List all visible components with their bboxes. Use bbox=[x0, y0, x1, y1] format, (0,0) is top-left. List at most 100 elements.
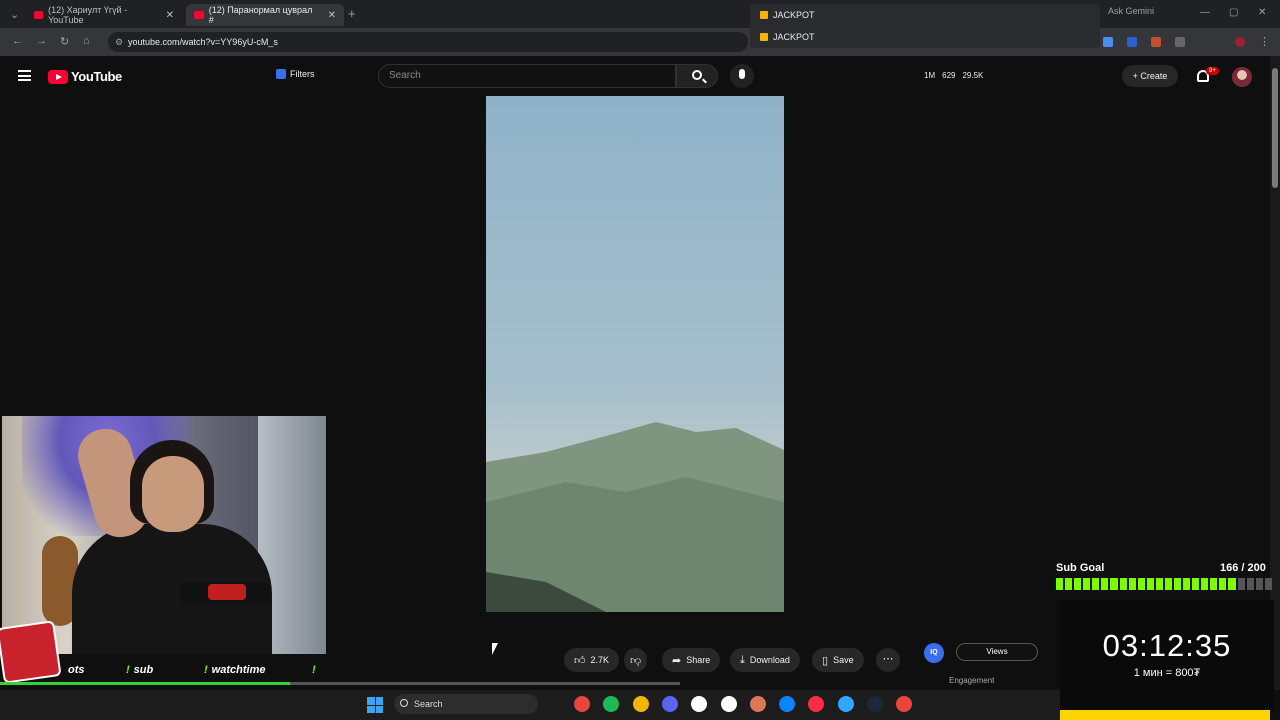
views-tab[interactable]: Views bbox=[956, 643, 1038, 661]
chat-commands-bar: ots ! sub ! watchtime ! bbox=[68, 664, 316, 676]
edge-icon[interactable] bbox=[779, 696, 796, 712]
command-text: watchtime bbox=[211, 664, 266, 676]
overlay-progress-green bbox=[0, 682, 290, 685]
jackpot-popup: JACKPOT JACKPOT bbox=[750, 4, 1100, 48]
notification-badge: 9+ bbox=[1206, 67, 1219, 75]
sub-goal-segment bbox=[1210, 578, 1218, 590]
voice-search-button[interactable] bbox=[730, 64, 754, 88]
extension-icon[interactable] bbox=[1103, 37, 1113, 47]
extension-icon[interactable] bbox=[1127, 37, 1137, 47]
save-button[interactable]: ▯ Save bbox=[812, 648, 864, 672]
sub-goal-segment bbox=[1128, 578, 1136, 590]
share-icon: ➦ bbox=[672, 654, 682, 667]
filter-extension-icon bbox=[276, 69, 286, 79]
sub-goal-segment bbox=[1074, 578, 1082, 590]
stat-views: 29.5K bbox=[962, 71, 984, 80]
sub-goal-segment bbox=[1192, 578, 1200, 590]
mountain-landscape bbox=[486, 422, 784, 612]
reload-icon[interactable]: ↻ bbox=[60, 35, 69, 48]
download-label: Download bbox=[749, 655, 790, 665]
sub-goal-count: 166 / 200 bbox=[1220, 562, 1266, 574]
sub-goal-segment bbox=[1246, 578, 1254, 590]
close-window-icon[interactable]: ✕ bbox=[1258, 7, 1266, 18]
new-tab-button[interactable]: + bbox=[348, 6, 356, 21]
sub-goal-segment bbox=[1228, 578, 1236, 590]
download-button[interactable]: ⤓ Download bbox=[730, 648, 800, 672]
tab-2-title: (12) Паранормал цуврал # bbox=[208, 5, 313, 25]
chrome-icon[interactable] bbox=[574, 696, 590, 712]
profile-icon[interactable] bbox=[1235, 37, 1245, 47]
sub-goal-segment bbox=[1101, 578, 1109, 590]
sub-goal-segment bbox=[1155, 578, 1163, 590]
more-options-button[interactable]: ⋯ bbox=[876, 648, 900, 672]
tab-1-title: (12) Хариулт Үгүй - YouTube bbox=[48, 5, 128, 25]
command-item: ! watchtime bbox=[204, 664, 266, 676]
dislike-button[interactable]: 👎︎ bbox=[624, 648, 648, 672]
tab-2[interactable]: (12) Паранормал цуврал # ✕ bbox=[186, 4, 344, 26]
jackpot-item[interactable]: JACKPOT bbox=[750, 26, 1100, 48]
like-button[interactable]: 👍︎ 2.7K bbox=[564, 648, 620, 672]
streamer-face bbox=[142, 456, 204, 532]
crown-icon bbox=[760, 11, 768, 19]
address-bar[interactable]: ⚙ youtube.com/watch?v=YY96yU-cM_s bbox=[108, 32, 748, 52]
tab-1[interactable]: (12) Хариулт Үгүй - YouTube ✕ bbox=[26, 4, 182, 26]
search-button[interactable] bbox=[676, 64, 718, 88]
extension-icon[interactable] bbox=[1151, 37, 1161, 47]
forward-icon[interactable]: → bbox=[36, 35, 47, 47]
menu-kebab-icon[interactable]: ⋮ bbox=[1259, 35, 1270, 48]
sub-goal-segment bbox=[1264, 578, 1272, 590]
minimize-icon[interactable]: — bbox=[1200, 7, 1210, 18]
taskbar-search[interactable]: Search bbox=[394, 694, 538, 714]
like-count: 2.7K bbox=[590, 655, 610, 665]
sub-goal-segment bbox=[1183, 578, 1191, 590]
shorts-video-player[interactable] bbox=[486, 96, 784, 612]
maximize-icon[interactable]: ▢ bbox=[1229, 7, 1238, 18]
url-text: youtube.com/watch?v=YY96yU-cM_s bbox=[128, 37, 278, 47]
discord-icon[interactable] bbox=[661, 696, 678, 712]
search-input[interactable]: Search bbox=[378, 64, 676, 88]
engagement-label: Engagement bbox=[949, 676, 995, 685]
tab-2-close-icon[interactable]: ✕ bbox=[328, 10, 336, 21]
sub-goal-segment bbox=[1237, 578, 1245, 590]
create-button[interactable]: + Create bbox=[1122, 65, 1178, 87]
sub-goal-segment bbox=[1255, 578, 1263, 590]
sub-goal-segment bbox=[1174, 578, 1182, 590]
steam-icon[interactable] bbox=[867, 696, 883, 712]
hamburger-menu-icon[interactable] bbox=[18, 70, 31, 81]
notion-icon[interactable] bbox=[720, 696, 737, 712]
jackpot-label: JACKPOT bbox=[773, 10, 815, 20]
ask-gemini-button[interactable]: Ask Gemini bbox=[1108, 6, 1154, 16]
streamer-webcam bbox=[2, 416, 326, 654]
youtube-logo[interactable]: YouTube bbox=[48, 69, 122, 84]
home-icon[interactable]: ⌂ bbox=[83, 35, 90, 47]
crown-icon bbox=[760, 33, 768, 41]
filters-button[interactable]: Filters bbox=[276, 69, 315, 79]
tab-1-close-icon[interactable]: ✕ bbox=[166, 10, 174, 21]
search-icon bbox=[692, 70, 702, 80]
sub-goal-progress-bar bbox=[1056, 578, 1272, 590]
sub-goal-segment bbox=[1219, 578, 1227, 590]
stat-subscribers: 1M bbox=[924, 71, 936, 80]
claude-icon[interactable] bbox=[749, 696, 766, 712]
windows-start-icon[interactable] bbox=[367, 697, 383, 713]
sub-goal-segment bbox=[1092, 578, 1100, 590]
share-button[interactable]: ➦ Share bbox=[662, 648, 721, 672]
sub-goal-segment bbox=[1083, 578, 1091, 590]
iq-extension-badge[interactable]: IQ bbox=[924, 643, 944, 663]
back-icon[interactable]: ← bbox=[12, 35, 23, 47]
taskbar-search-label: Search bbox=[414, 699, 443, 709]
command-item: ots bbox=[68, 664, 85, 676]
command-text: ots bbox=[68, 664, 85, 676]
sub-goal-label: Sub Goal bbox=[1056, 562, 1105, 574]
avatar[interactable] bbox=[1232, 67, 1252, 87]
download-icon: ⤓ bbox=[740, 653, 745, 666]
extensions-puzzle-icon[interactable] bbox=[1175, 37, 1185, 47]
jackpot-item[interactable]: JACKPOT bbox=[750, 4, 1100, 26]
photoshop-icon[interactable] bbox=[837, 696, 854, 712]
tab-search-icon[interactable]: ⌄ bbox=[10, 8, 19, 21]
video-progress-bar[interactable] bbox=[290, 682, 680, 685]
scrollbar-thumb[interactable] bbox=[1272, 68, 1278, 188]
site-info-icon[interactable]: ⚙ bbox=[115, 32, 123, 52]
explorer-icon[interactable] bbox=[632, 696, 649, 712]
mouse-cursor-icon bbox=[492, 643, 498, 655]
